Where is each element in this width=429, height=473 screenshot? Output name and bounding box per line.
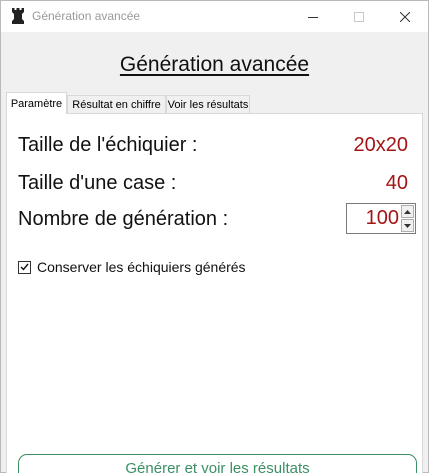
cell-size-value: 40 (385, 172, 408, 194)
generation-count-value[interactable]: 100 (366, 207, 399, 230)
app-window: Génération avancée Génération avancée Pa… (0, 0, 429, 473)
minimize-icon (308, 16, 318, 18)
keep-boards-label[interactable]: Conserver les échiquiers générés (37, 259, 246, 275)
caret-down-icon (404, 223, 411, 228)
tab-resultat-en-chiffre[interactable]: Résultat en chiffre (67, 95, 166, 114)
stepper-up-button[interactable] (401, 205, 414, 218)
generate-results-button[interactable]: Générer et voir les résultats (18, 454, 417, 473)
maximize-icon (354, 11, 364, 22)
tab-parametre[interactable]: Paramètre (6, 92, 67, 114)
window-client-area: Génération avancée Paramètre Résultat en… (1, 32, 428, 473)
chess-rook-icon (11, 7, 25, 25)
cell-size-label: Taille d'une case : (18, 172, 177, 194)
keep-boards-checkbox[interactable] (18, 260, 31, 274)
title-bar[interactable]: Génération avancée (1, 1, 428, 32)
maximize-button[interactable] (336, 1, 382, 32)
tab-voir-les-resultats[interactable]: Voir les résultats (166, 95, 250, 114)
close-button[interactable] (382, 1, 428, 32)
keep-boards-option[interactable]: Conserver les échiquiers générés (18, 259, 246, 275)
page-title: Génération avancée (119, 53, 310, 76)
window-title: Génération avancée (32, 9, 141, 23)
checkmark-icon (20, 263, 29, 271)
board-size-value: 20x20 (353, 134, 409, 156)
minimize-button[interactable] (290, 1, 336, 32)
tab-panel-parametre: Taille de l'échiquier : 20x20 Taille d'u… (6, 113, 423, 473)
close-icon (400, 11, 410, 22)
board-size-label: Taille de l'échiquier : (18, 134, 198, 156)
generation-count-stepper[interactable]: 100 (346, 203, 416, 234)
generation-count-label: Nombre de génération : (18, 208, 229, 230)
stepper-down-button[interactable] (401, 219, 414, 232)
caret-up-icon (404, 209, 411, 214)
